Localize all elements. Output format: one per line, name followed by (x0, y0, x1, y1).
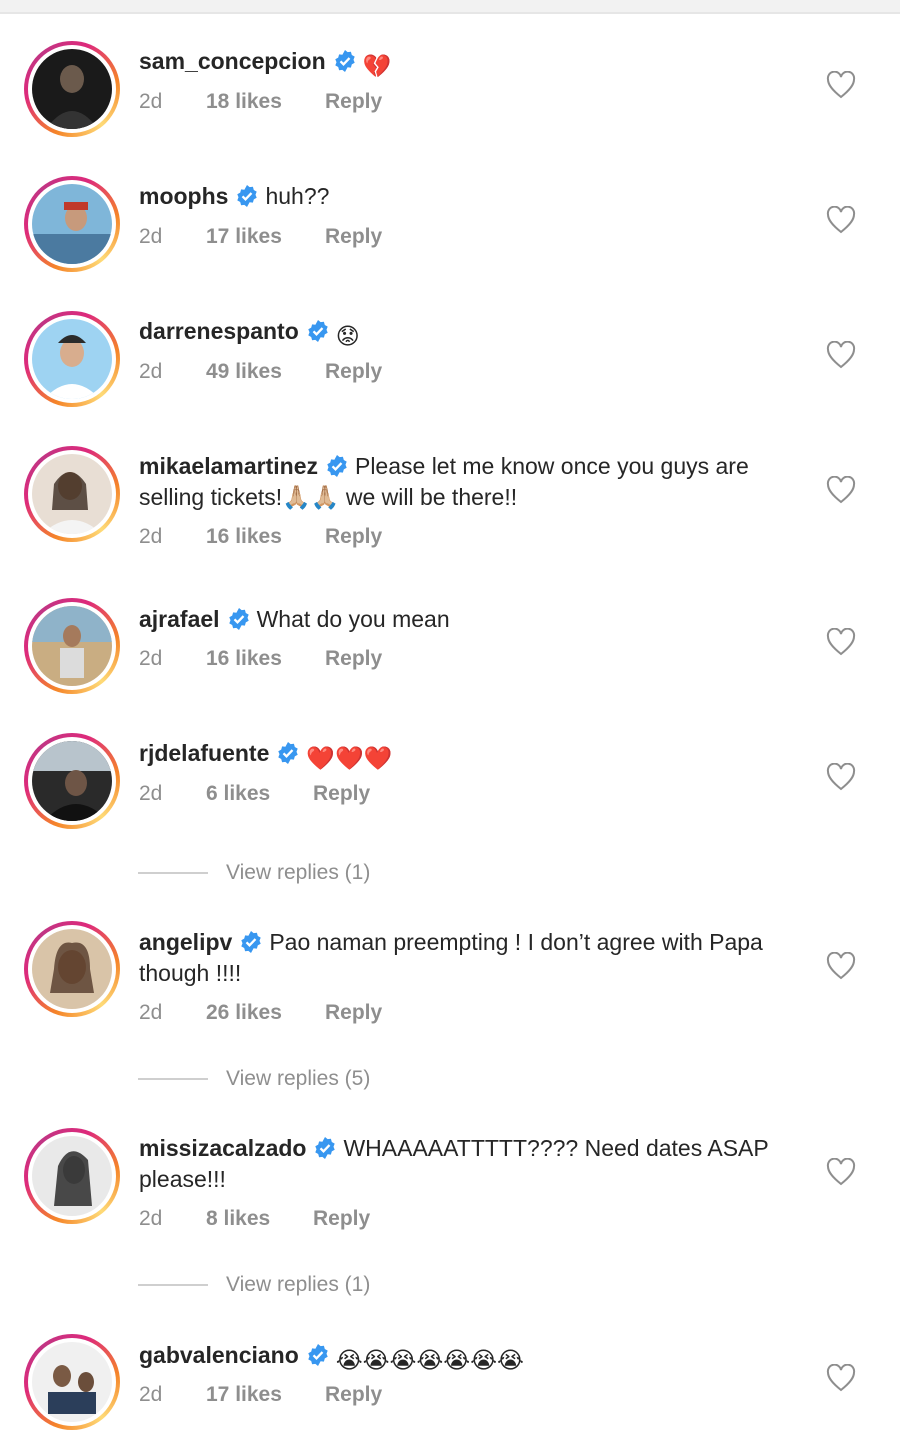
comment-username[interactable]: mikaelamartinez (139, 453, 318, 479)
verified-badge-icon (227, 607, 251, 631)
reply-button[interactable]: Reply (313, 779, 370, 809)
comment-likes[interactable]: 26 likes (206, 998, 282, 1028)
comment-text: moophs huh?? (139, 181, 809, 212)
comment-text: darrenespanto 😟 (139, 316, 809, 352)
crying-face-emoji: 😭😭😭😭😭😭😭 (335, 1347, 524, 1373)
comment-likes[interactable]: 49 likes (206, 357, 282, 387)
comment-likes[interactable]: 17 likes (206, 222, 282, 252)
avatar[interactable] (24, 446, 120, 542)
avatar[interactable] (24, 176, 120, 272)
reply-button[interactable]: Reply (313, 1204, 370, 1234)
heart-outline-icon[interactable] (826, 206, 856, 234)
comment-username[interactable]: gabvalenciano (139, 1342, 299, 1368)
reply-button[interactable]: Reply (325, 87, 382, 117)
heart-outline-icon[interactable] (826, 1364, 856, 1392)
replies-divider (138, 872, 208, 874)
view-replies-label[interactable]: View replies (1) (226, 1270, 370, 1300)
reply-button[interactable]: Reply (325, 998, 382, 1028)
verified-badge-icon (235, 184, 259, 208)
comment-likes[interactable]: 18 likes (206, 87, 282, 117)
comment-time: 2d (139, 360, 163, 383)
verified-badge-icon (325, 454, 349, 478)
reply-button[interactable]: Reply (325, 222, 382, 252)
comment-username[interactable]: ajrafael (139, 606, 220, 632)
heart-outline-icon[interactable] (826, 952, 856, 980)
comment-likes[interactable]: 16 likes (206, 644, 282, 674)
verified-badge-icon (306, 319, 330, 343)
comment-likes[interactable]: 16 likes (206, 522, 282, 552)
avatar[interactable] (24, 1334, 120, 1430)
comment-username[interactable]: angelipv (139, 929, 232, 955)
avatar[interactable] (24, 311, 120, 407)
comment-likes[interactable]: 17 likes (206, 1380, 282, 1410)
verified-badge-icon (313, 1136, 337, 1160)
comment-username[interactable]: rjdelafuente (139, 740, 269, 766)
comment-time: 2d (139, 225, 163, 248)
heart-outline-icon[interactable] (826, 476, 856, 504)
view-replies-label[interactable]: View replies (1) (226, 858, 370, 888)
reply-button[interactable]: Reply (325, 357, 382, 387)
avatar[interactable] (24, 598, 120, 694)
comment-username[interactable]: sam_concepcion (139, 48, 326, 74)
comment-body: huh?? (265, 183, 330, 209)
reply-button[interactable]: Reply (325, 1380, 382, 1410)
heart-outline-icon[interactable] (826, 1158, 856, 1186)
replies-divider (138, 1078, 208, 1080)
comment-text: ajrafael What do you mean (139, 604, 809, 635)
verified-badge-icon (239, 930, 263, 954)
comment-text: mikaelamartinez Please let me know once y… (139, 451, 809, 513)
heart-outline-icon[interactable] (826, 628, 856, 656)
replies-divider (138, 1284, 208, 1286)
comment-likes[interactable]: 6 likes (206, 779, 270, 809)
top-divider (0, 0, 900, 14)
comment-text: angelipv Pao naman preempting ! I don’t a… (139, 927, 809, 989)
verified-badge-icon (276, 741, 300, 765)
avatar[interactable] (24, 733, 120, 829)
broken-heart-emoji: 💔 (362, 53, 392, 79)
avatar[interactable] (24, 921, 120, 1017)
verified-badge-icon (333, 49, 357, 73)
comment-text: sam_concepcion 💔 (139, 46, 809, 82)
avatar[interactable] (24, 1128, 120, 1224)
comment-username[interactable]: darrenespanto (139, 318, 299, 344)
heart-outline-icon[interactable] (826, 763, 856, 791)
comment-time: 2d (139, 782, 163, 805)
heart-outline-icon[interactable] (826, 341, 856, 369)
comment-time: 2d (139, 90, 163, 113)
comment-username[interactable]: missizacalzado (139, 1135, 306, 1161)
view-replies-label[interactable]: View replies (5) (226, 1064, 370, 1094)
comment-time: 2d (139, 1001, 163, 1024)
comment-time: 2d (139, 1207, 163, 1230)
comment-text: missizacalzado WHAAAAATTTTT???? Need date… (139, 1133, 809, 1195)
comment-text: rjdelafuente ❤️❤️❤️ (139, 738, 809, 774)
heart-outline-icon[interactable] (826, 71, 856, 99)
worried-face-emoji: 😟 (335, 323, 360, 349)
comment-time: 2d (139, 1383, 163, 1406)
red-hearts-emoji: ❤️❤️❤️ (306, 745, 393, 771)
comment-body: Pao naman preempting ! I don’t agree wit… (139, 929, 763, 986)
comment-likes[interactable]: 8 likes (206, 1204, 270, 1234)
comment-body: What do you mean (256, 606, 450, 632)
comment-time: 2d (139, 647, 163, 670)
reply-button[interactable]: Reply (325, 644, 382, 674)
avatar[interactable] (24, 41, 120, 137)
verified-badge-icon (306, 1343, 330, 1367)
comment-username[interactable]: moophs (139, 183, 228, 209)
reply-button[interactable]: Reply (325, 522, 382, 552)
comment-text: gabvalenciano 😭😭😭😭😭😭😭 (139, 1340, 809, 1376)
comment-time: 2d (139, 525, 163, 548)
